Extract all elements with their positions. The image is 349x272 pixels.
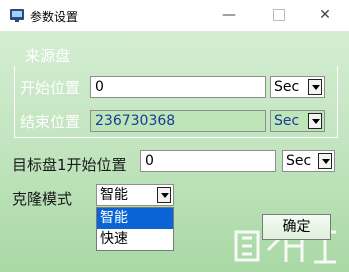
clone-mode-option[interactable]: 快速 — [97, 229, 173, 250]
close-icon: ✕ — [319, 7, 331, 23]
maximize-icon — [273, 9, 285, 21]
chevron-down-icon[interactable] — [157, 187, 171, 203]
end-unit-value: Sec — [274, 113, 300, 129]
target-start-input[interactable]: 0 — [140, 150, 276, 172]
source-group-title: 来源盘 — [25, 47, 71, 65]
clone-mode-label: 克隆模式 — [12, 190, 73, 208]
title-bar: 参数设置 — ✕ — [0, 0, 349, 31]
clone-mode-select[interactable]: 智能 — [96, 184, 174, 206]
start-unit-value: Sec — [274, 79, 300, 95]
target-unit-value: Sec — [286, 153, 312, 169]
end-position-input[interactable]: 236730368 — [90, 110, 266, 132]
target-unit-select[interactable]: Sec — [282, 150, 335, 172]
chevron-down-icon[interactable] — [318, 153, 332, 169]
end-position-label: 结束位置 — [20, 113, 81, 131]
start-position-label: 开始位置 — [20, 79, 81, 97]
clone-mode-value: 智能 — [100, 187, 128, 203]
clone-mode-dropdown: 智能 快速 — [96, 207, 174, 251]
chevron-down-icon[interactable] — [308, 113, 322, 129]
start-unit-select[interactable]: Sec — [270, 76, 325, 98]
chevron-down-icon[interactable] — [308, 79, 322, 95]
window-title: 参数设置 — [30, 10, 79, 24]
start-position-input[interactable]: 0 — [90, 76, 266, 98]
maximize-button[interactable] — [259, 0, 299, 31]
ok-button[interactable]: 确定 — [262, 214, 331, 240]
clone-mode-option[interactable]: 智能 — [97, 208, 173, 229]
end-unit-select[interactable]: Sec — [270, 110, 325, 132]
minimize-icon: — — [222, 7, 236, 23]
app-icon — [10, 9, 24, 22]
minimize-button[interactable]: — — [209, 0, 249, 31]
close-button[interactable]: ✕ — [305, 0, 345, 31]
target-start-label: 目标盘1开始位置 — [12, 156, 127, 174]
